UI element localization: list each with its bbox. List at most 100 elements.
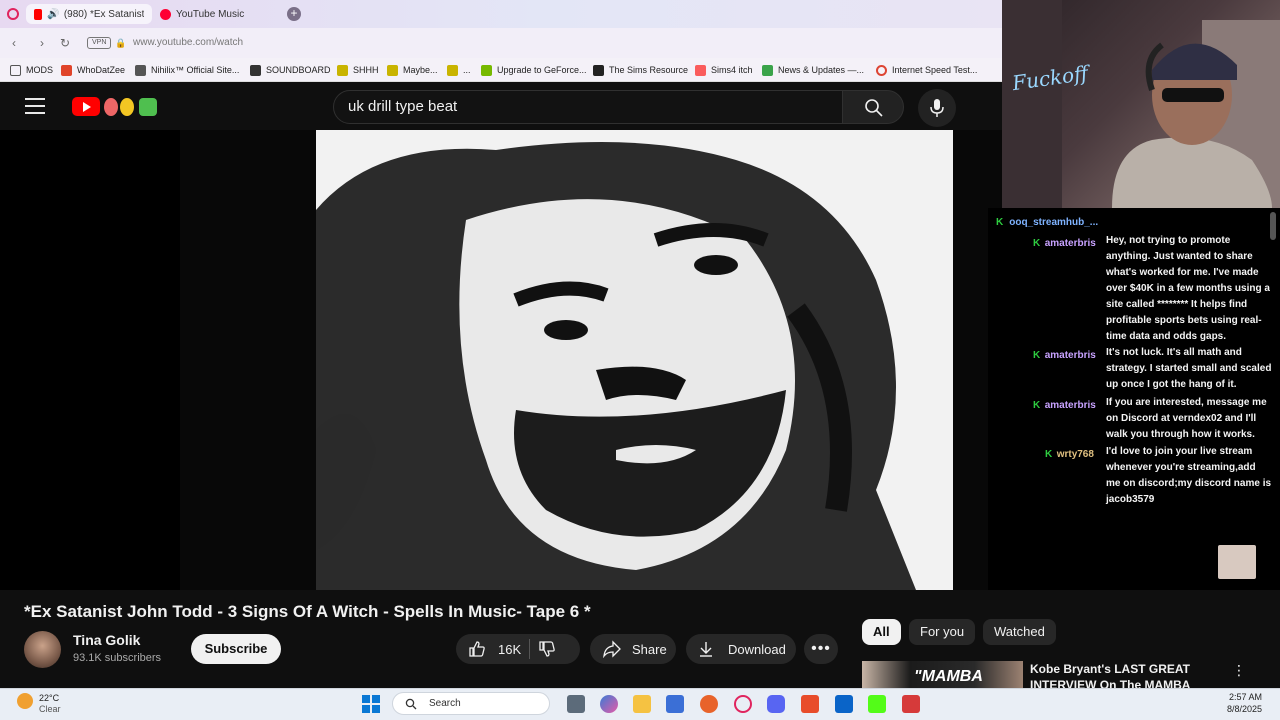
like-button[interactable]: 16K (456, 640, 521, 658)
channel-avatar[interactable] (24, 631, 61, 668)
taskbar-search-label: Search (429, 698, 461, 709)
reload-icon[interactable]: ↻ (58, 36, 72, 50)
office-app-icon[interactable] (801, 695, 819, 713)
star-icon (447, 64, 458, 76)
youtube-music-favicon-icon (160, 8, 171, 20)
bookmark-soundboard[interactable]: SOUNDBOARD (250, 63, 331, 77)
youtube-logo[interactable] (72, 97, 100, 116)
filter-chip-for-you[interactable]: For you (909, 619, 976, 645)
ellipsis-icon: ••• (811, 640, 831, 657)
back-arrow-icon[interactable]: ‹ (7, 36, 21, 50)
recommendation-title[interactable]: Kobe Bryant's LAST GREAT INTERVIEW On Th… (1030, 661, 1230, 688)
chat-text: If you are interested, message me on Dis… (1106, 397, 1267, 440)
bookmark-speed-test[interactable]: Internet Speed Test... (876, 63, 977, 77)
video-letterbox-left (180, 130, 316, 590)
kick-badge-icon: K (1033, 238, 1041, 249)
task-view-icon[interactable] (567, 695, 585, 713)
bookmark-maybe[interactable]: Maybe... (387, 63, 438, 77)
bookmark-news-updates[interactable]: News & Updates —... (762, 63, 864, 77)
bookmark-whodatzee[interactable]: WhoDatZee (61, 63, 125, 77)
nvidia-icon (481, 64, 492, 76)
chat-message: K amaterbris Hey, not trying to promote … (1033, 233, 1273, 345)
chat-username: wrty768 (1056, 449, 1094, 460)
discord-icon[interactable] (767, 695, 785, 713)
chat-username: amaterbris (1044, 350, 1096, 361)
chat-message: K wrty768 I'd love to join your live str… (1045, 444, 1273, 508)
download-icon (700, 642, 712, 657)
lock-icon[interactable]: 🔒 (115, 38, 126, 49)
browser-app-icon[interactable] (700, 695, 718, 713)
microphone-icon (930, 99, 944, 117)
opera-menu-icon[interactable] (7, 8, 19, 20)
kick-app-icon[interactable] (868, 695, 886, 713)
chat-username: amaterbris (1044, 400, 1096, 411)
webcam-overlay (1002, 0, 1280, 208)
forward-arrow-icon[interactable]: › (35, 36, 49, 50)
kick-badge-icon: K (1045, 449, 1053, 460)
portrait-image (316, 130, 953, 590)
weather-moon-icon[interactable] (17, 693, 33, 709)
weather-temperature[interactable]: 22°C (39, 693, 59, 703)
video-frame-portrait[interactable] (316, 130, 953, 590)
file-explorer-icon[interactable] (633, 695, 651, 713)
search-button[interactable] (842, 90, 904, 124)
soundcloud-icon (61, 64, 72, 76)
like-count: 16K (498, 641, 522, 657)
browser-tab-youtube-music[interactable]: YouTube Music (152, 4, 282, 24)
bookmark-shhh[interactable]: SHHH (337, 63, 379, 77)
download-button[interactable]: Download (686, 634, 796, 664)
filter-chip-all[interactable]: All (862, 619, 901, 645)
vpn-badge[interactable]: VPN (87, 37, 112, 49)
bookmark-nihilix[interactable]: Nihilix™ Official Site... (135, 63, 239, 77)
tab-label: (980) *Ex Satanist John (63, 8, 144, 20)
chat-text: I'd love to join your live stream whenev… (1106, 446, 1272, 505)
streaming-app-icon[interactable] (902, 695, 920, 713)
subscribe-button[interactable]: Subscribe (191, 634, 281, 664)
bookmark-sims-resource[interactable]: The Sims Resource (593, 63, 688, 77)
chat-avatar (1218, 545, 1256, 579)
url-field[interactable]: www.youtube.com/watch (133, 37, 243, 48)
filter-chip-watched[interactable]: Watched (983, 619, 1056, 645)
search-input[interactable]: uk drill type beat (333, 90, 843, 124)
speedometer-icon (876, 64, 887, 76)
hamburger-menu-icon[interactable] (25, 98, 45, 114)
voice-search-button[interactable] (918, 89, 956, 127)
windows-start-icon[interactable] (362, 695, 380, 713)
taskbar-date[interactable]: 8/8/2025 (1222, 704, 1262, 714)
chat-text: Hey, not trying to promote anything. Jus… (1106, 235, 1270, 342)
thumbs-down-icon (539, 641, 555, 657)
chat-username: ooq_streamhub_... (1009, 217, 1099, 228)
itch-icon (695, 64, 706, 76)
new-tab-button[interactable]: + (287, 7, 301, 21)
subscriber-count: 93.1K subscribers (73, 652, 162, 664)
kick-badge-icon: K (996, 217, 1004, 228)
outlook-icon[interactable] (835, 695, 853, 713)
bookmark-ellipsis[interactable]: ... (447, 63, 471, 77)
vertical-ellipsis-icon[interactable]: ⋮ (1232, 662, 1246, 679)
document-icon (250, 64, 261, 76)
share-button[interactable]: Share (590, 634, 676, 664)
more-actions-button[interactable]: ••• (804, 634, 838, 664)
youtube-favicon-icon (34, 8, 43, 20)
taskbar-time[interactable]: 2:57 AM (1222, 692, 1262, 702)
doodle-figure-icon (120, 98, 134, 116)
chat-message: K amaterbris It's not luck. It's all mat… (1033, 345, 1273, 393)
thumbs-up-icon (469, 641, 485, 657)
opera-gx-icon[interactable] (734, 695, 752, 713)
tsr-icon (593, 64, 604, 76)
channel-name[interactable]: Tina Golik (73, 632, 140, 648)
weather-condition[interactable]: Clear (39, 704, 61, 714)
microsoft-store-icon[interactable] (666, 695, 684, 713)
speaker-icon: 🔊 (47, 8, 60, 20)
dislike-button[interactable] (538, 640, 556, 658)
doodle-figure-icon (139, 98, 157, 116)
search-icon (865, 99, 883, 117)
star-icon (337, 64, 348, 76)
bookmark-mods[interactable]: MODS (10, 63, 53, 77)
bookmark-sims4-itch[interactable]: Sims4 itch (695, 63, 753, 77)
taskbar-search[interactable]: Search (392, 692, 550, 715)
copilot-icon[interactable] (600, 695, 618, 713)
browser-tab-youtube[interactable]: 🔊 (980) *Ex Satanist John (26, 4, 152, 24)
download-label: Download (728, 641, 786, 657)
bookmark-geforce[interactable]: Upgrade to GeForce... (481, 63, 587, 77)
